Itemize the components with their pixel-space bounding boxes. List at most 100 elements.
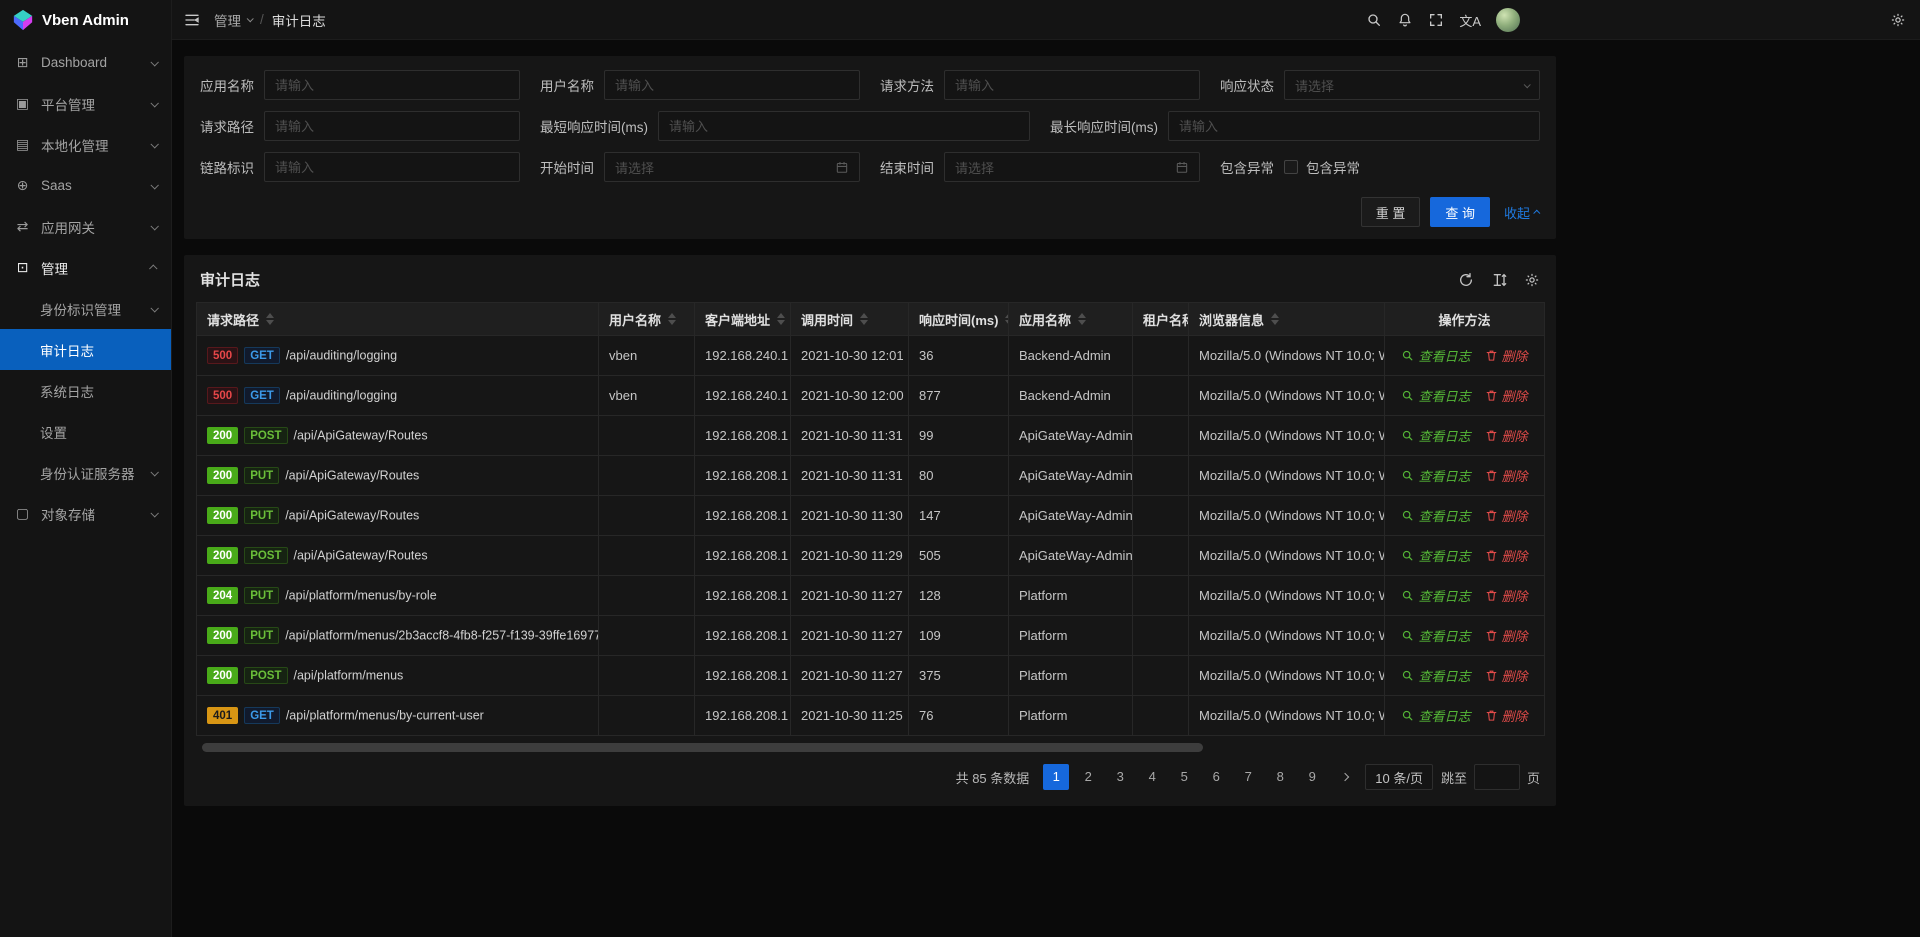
sidebar-item-identity-management[interactable]: 身份标识管理 bbox=[0, 288, 171, 329]
next-page-button[interactable] bbox=[1333, 764, 1357, 790]
delete-button[interactable]: 删除 bbox=[1485, 666, 1528, 685]
view-log-button[interactable]: 查看日志 bbox=[1401, 546, 1470, 565]
sidebar-item-localization[interactable]: ▤ 本地化管理 bbox=[0, 124, 171, 165]
breadcrumb-root[interactable]: 管理 bbox=[214, 10, 252, 30]
magnifier-icon bbox=[1401, 469, 1414, 482]
column-height-icon[interactable] bbox=[1491, 272, 1507, 288]
column-header[interactable]: 租户名称 bbox=[1133, 303, 1189, 336]
view-log-button[interactable]: 查看日志 bbox=[1401, 586, 1470, 605]
user-name-input[interactable] bbox=[604, 70, 860, 100]
sidebar-item-object-storage[interactable]: ▢ 对象存储 bbox=[0, 493, 171, 534]
delete-button[interactable]: 删除 bbox=[1485, 546, 1528, 565]
trash-icon bbox=[1485, 669, 1498, 682]
delete-button[interactable]: 删除 bbox=[1485, 506, 1528, 525]
page-button[interactable]: 6 bbox=[1203, 764, 1229, 790]
jump-page-input[interactable] bbox=[1474, 764, 1520, 790]
field-label: 应用名称 bbox=[200, 75, 254, 95]
sidebar-item-identity-server[interactable]: 身份认证服务器 bbox=[0, 452, 171, 493]
avatar[interactable] bbox=[1496, 8, 1520, 32]
localization-icon: ▤ bbox=[14, 136, 31, 153]
gear-icon[interactable] bbox=[1890, 0, 1906, 40]
call-time-cell: 2021-10-30 11:27 bbox=[791, 616, 909, 656]
delete-button[interactable]: 删除 bbox=[1485, 626, 1528, 645]
view-log-button[interactable]: 查看日志 bbox=[1401, 426, 1470, 445]
end-time-picker[interactable]: 请选择 bbox=[944, 152, 1200, 182]
delete-button[interactable]: 删除 bbox=[1485, 466, 1528, 485]
user-name-cell bbox=[599, 496, 695, 536]
collapse-link[interactable]: 收起 bbox=[1504, 203, 1540, 222]
table-row: 204PUT/api/platform/menus/by-role 192.16… bbox=[197, 576, 1545, 616]
field-end-time: 结束时间 请选择 bbox=[880, 152, 1200, 182]
has-exception-checkbox[interactable] bbox=[1284, 160, 1298, 174]
max-response-time-input[interactable] bbox=[1168, 111, 1540, 141]
chevron-down-icon bbox=[151, 306, 157, 312]
delete-button[interactable]: 删除 bbox=[1485, 706, 1528, 725]
delete-button[interactable]: 删除 bbox=[1485, 586, 1528, 605]
page-button[interactable]: 2 bbox=[1075, 764, 1101, 790]
field-http-method: 请求方法 bbox=[880, 70, 1200, 100]
app-name-cell: ApiGateWay-Admin bbox=[1009, 456, 1133, 496]
page-button[interactable]: 7 bbox=[1235, 764, 1261, 790]
app-name-input[interactable] bbox=[264, 70, 520, 100]
delete-button[interactable]: 删除 bbox=[1485, 426, 1528, 445]
fullscreen-icon[interactable] bbox=[1428, 12, 1444, 28]
view-log-button[interactable]: 查看日志 bbox=[1401, 506, 1470, 525]
request-path: /api/auditing/logging bbox=[286, 389, 397, 403]
sidebar-item-management[interactable]: ⊡ 管理 bbox=[0, 247, 171, 288]
magnifier-icon bbox=[1401, 549, 1414, 562]
column-header[interactable]: 调用时间 bbox=[791, 303, 909, 336]
column-header[interactable]: 用户名称 bbox=[599, 303, 695, 336]
delete-button[interactable]: 删除 bbox=[1485, 346, 1528, 365]
app-name-cell: Platform bbox=[1009, 656, 1133, 696]
http-status-select[interactable]: 请选择 bbox=[1284, 70, 1540, 100]
browser-info-cell: Mozilla/5.0 (Windows NT 10.0; Win... bbox=[1189, 696, 1385, 736]
sidebar-item-audit-log[interactable]: 审计日志 bbox=[0, 329, 171, 370]
view-log-button[interactable]: 查看日志 bbox=[1401, 386, 1470, 405]
sidebar-item-gateway[interactable]: ⇄ 应用网关 bbox=[0, 206, 171, 247]
column-header[interactable]: 浏览器信息 bbox=[1189, 303, 1385, 336]
view-log-button[interactable]: 查看日志 bbox=[1401, 346, 1470, 365]
sidebar-item-label: 应用网关 bbox=[41, 217, 95, 237]
query-button[interactable]: 查 询 bbox=[1430, 197, 1490, 227]
settings-icon[interactable] bbox=[1524, 272, 1540, 288]
view-log-button[interactable]: 查看日志 bbox=[1401, 666, 1470, 685]
menu-fold-icon[interactable] bbox=[184, 12, 200, 28]
collapse-label: 收起 bbox=[1504, 203, 1530, 222]
gateway-icon: ⇄ bbox=[14, 218, 31, 235]
refresh-icon[interactable] bbox=[1458, 272, 1474, 288]
sidebar-item-settings[interactable]: 设置 bbox=[0, 411, 171, 452]
page-button[interactable]: 9 bbox=[1299, 764, 1325, 790]
tenant-name-cell bbox=[1133, 656, 1189, 696]
scrollbar-thumb[interactable] bbox=[202, 743, 1203, 752]
request-path: /api/platform/menus/by-current-user bbox=[286, 709, 484, 723]
start-time-picker[interactable]: 请选择 bbox=[604, 152, 860, 182]
request-path-input[interactable] bbox=[264, 111, 520, 141]
min-response-time-input[interactable] bbox=[658, 111, 1030, 141]
view-log-button[interactable]: 查看日志 bbox=[1401, 466, 1470, 485]
column-header[interactable]: 客户端地址 bbox=[695, 303, 791, 336]
search-icon[interactable] bbox=[1366, 12, 1382, 28]
browser-info-cell: Mozilla/5.0 (Windows NT 10.0; Win... bbox=[1189, 416, 1385, 456]
page-button[interactable]: 1 bbox=[1043, 764, 1069, 790]
sidebar-item-dashboard[interactable]: ⊞ Dashboard bbox=[0, 42, 171, 83]
view-log-button[interactable]: 查看日志 bbox=[1401, 626, 1470, 645]
page-button[interactable]: 5 bbox=[1171, 764, 1197, 790]
page-size-select[interactable]: 10 条/页 bbox=[1365, 764, 1433, 790]
sidebar-item-system-log[interactable]: 系统日志 bbox=[0, 370, 171, 411]
bell-icon[interactable] bbox=[1397, 12, 1413, 28]
locale-icon[interactable]: 文A bbox=[1459, 11, 1481, 30]
column-header[interactable]: 请求路径 bbox=[197, 303, 599, 336]
sidebar-item-saas[interactable]: ⊕ Saas bbox=[0, 165, 171, 206]
delete-button[interactable]: 删除 bbox=[1485, 386, 1528, 405]
app-logo[interactable]: Vben Admin bbox=[0, 0, 171, 40]
page-button[interactable]: 4 bbox=[1139, 764, 1165, 790]
page-button[interactable]: 3 bbox=[1107, 764, 1133, 790]
sidebar-item-platform[interactable]: ▣ 平台管理 bbox=[0, 83, 171, 124]
column-header[interactable]: 响应时间(ms) bbox=[909, 303, 1009, 336]
column-header[interactable]: 应用名称 bbox=[1009, 303, 1133, 336]
http-method-input[interactable] bbox=[944, 70, 1200, 100]
trace-id-input[interactable] bbox=[264, 152, 520, 182]
reset-button[interactable]: 重 置 bbox=[1361, 197, 1421, 227]
page-button[interactable]: 8 bbox=[1267, 764, 1293, 790]
view-log-button[interactable]: 查看日志 bbox=[1401, 706, 1470, 725]
